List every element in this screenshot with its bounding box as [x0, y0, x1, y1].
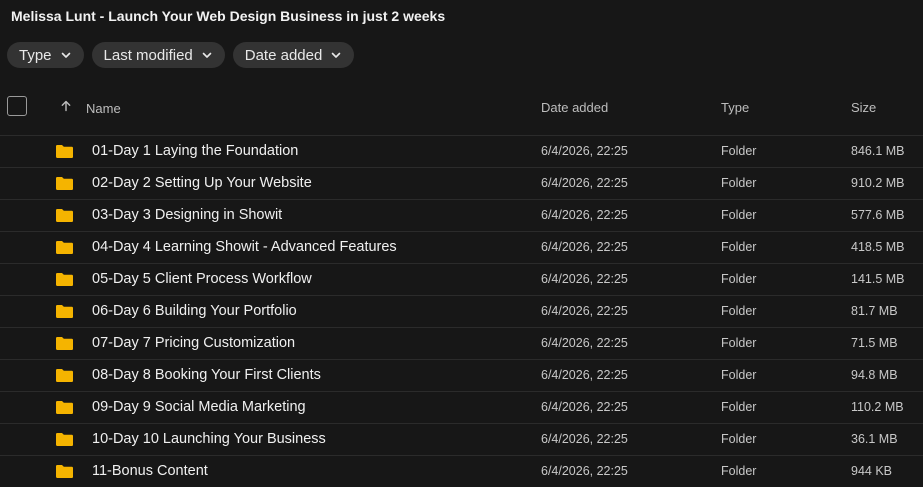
- folder-icon: [55, 144, 74, 159]
- page-title: Melissa Lunt - Launch Your Web Design Bu…: [11, 8, 446, 24]
- table-row[interactable]: 10-Day 10 Launching Your Business 6/4/20…: [0, 423, 923, 455]
- file-size: 94.8 MB: [851, 368, 898, 382]
- table-header: Name Date added Type Size: [0, 94, 923, 122]
- table-row[interactable]: 04-Day 4 Learning Showit - Advanced Feat…: [0, 231, 923, 263]
- table-row[interactable]: 05-Day 5 Client Process Workflow 6/4/202…: [0, 263, 923, 295]
- file-name: 06-Day 6 Building Your Portfolio: [92, 303, 297, 319]
- table-row[interactable]: 09-Day 9 Social Media Marketing 6/4/2026…: [0, 391, 923, 423]
- file-name: 02-Day 2 Setting Up Your Website: [92, 175, 312, 191]
- chevron-down-icon: [201, 49, 213, 61]
- file-name: 10-Day 10 Launching Your Business: [92, 431, 326, 447]
- file-date-added: 6/4/2026, 22:25: [541, 272, 628, 286]
- file-type: Folder: [721, 336, 757, 350]
- file-date-added: 6/4/2026, 22:25: [541, 176, 628, 190]
- file-name: 07-Day 7 Pricing Customization: [92, 335, 296, 351]
- file-type: Folder: [721, 176, 757, 190]
- file-size: 71.5 MB: [851, 336, 898, 350]
- table-row[interactable]: 03-Day 3 Designing in Showit 6/4/2026, 2…: [0, 199, 923, 231]
- file-date-added: 6/4/2026, 22:25: [541, 432, 628, 446]
- table-row[interactable]: 07-Day 7 Pricing Customization 6/4/2026,…: [0, 327, 923, 359]
- file-date-added: 6/4/2026, 22:25: [541, 336, 628, 350]
- file-date-added: 6/4/2026, 22:25: [541, 240, 628, 254]
- select-all-checkbox[interactable]: [7, 96, 27, 116]
- file-date-added: 6/4/2026, 22:25: [541, 208, 628, 222]
- filter-type-chip[interactable]: Type: [7, 42, 84, 68]
- file-type: Folder: [721, 240, 757, 254]
- file-size: 110.2 MB: [851, 400, 904, 414]
- filter-date-added-chip[interactable]: Date added: [232, 42, 355, 68]
- chevron-down-icon: [330, 49, 342, 61]
- filter-type-label: Type: [19, 46, 52, 64]
- folder-icon: [55, 272, 74, 287]
- file-name: 08-Day 8 Booking Your First Clients: [92, 367, 321, 383]
- file-type: Folder: [721, 368, 757, 382]
- file-date-added: 6/4/2026, 22:25: [541, 304, 628, 318]
- file-size: 36.1 MB: [851, 432, 898, 446]
- sort-ascending-icon[interactable]: [60, 100, 72, 112]
- file-type: Folder: [721, 432, 757, 446]
- file-date-added: 6/4/2026, 22:25: [541, 144, 628, 158]
- column-header-date-added[interactable]: Date added: [541, 100, 608, 115]
- file-date-added: 6/4/2026, 22:25: [541, 368, 628, 382]
- table-row[interactable]: 08-Day 8 Booking Your First Clients 6/4/…: [0, 359, 923, 391]
- filter-last-modified-label: Last modified: [103, 46, 193, 64]
- file-name: 01-Day 1 Laying the Foundation: [92, 143, 299, 159]
- file-name: 04-Day 4 Learning Showit - Advanced Feat…: [92, 239, 397, 255]
- file-type: Folder: [721, 272, 757, 286]
- table-row[interactable]: 02-Day 2 Setting Up Your Website 6/4/202…: [0, 167, 923, 199]
- folder-icon: [55, 464, 74, 479]
- table-row[interactable]: 01-Day 1 Laying the Foundation 6/4/2026,…: [0, 135, 923, 167]
- column-header-size[interactable]: Size: [851, 100, 876, 115]
- file-size: 81.7 MB: [851, 304, 898, 318]
- folder-icon: [55, 304, 74, 319]
- file-name: 09-Day 9 Social Media Marketing: [92, 399, 306, 415]
- file-size: 141.5 MB: [851, 272, 905, 286]
- file-type: Folder: [721, 304, 757, 318]
- table-row[interactable]: 11-Bonus Content 6/4/2026, 22:25 Folder …: [0, 455, 923, 487]
- folder-icon: [55, 368, 74, 383]
- folder-icon: [55, 336, 74, 351]
- filter-date-added-label: Date added: [244, 46, 323, 64]
- file-type: Folder: [721, 208, 757, 222]
- file-size: 577.6 MB: [851, 208, 905, 222]
- file-name: 05-Day 5 Client Process Workflow: [92, 271, 312, 287]
- file-name: 11-Bonus Content: [92, 463, 208, 479]
- file-type: Folder: [721, 144, 757, 158]
- file-size: 910.2 MB: [851, 176, 905, 190]
- filter-last-modified-chip[interactable]: Last modified: [91, 42, 225, 68]
- file-list: 01-Day 1 Laying the Foundation 6/4/2026,…: [0, 135, 923, 487]
- file-name: 03-Day 3 Designing in Showit: [92, 207, 283, 223]
- file-size: 846.1 MB: [851, 144, 905, 158]
- chevron-down-icon: [60, 49, 72, 61]
- file-size: 418.5 MB: [851, 240, 905, 254]
- column-header-type[interactable]: Type: [721, 100, 749, 115]
- folder-icon: [55, 400, 74, 415]
- file-date-added: 6/4/2026, 22:25: [541, 400, 628, 414]
- folder-icon: [55, 240, 74, 255]
- folder-icon: [55, 432, 74, 447]
- file-type: Folder: [721, 400, 757, 414]
- table-row[interactable]: 06-Day 6 Building Your Portfolio 6/4/202…: [0, 295, 923, 327]
- folder-icon: [55, 208, 74, 223]
- folder-icon: [55, 176, 74, 191]
- filter-bar: Type Last modified Date added: [7, 42, 355, 68]
- column-header-name[interactable]: Name: [86, 101, 121, 116]
